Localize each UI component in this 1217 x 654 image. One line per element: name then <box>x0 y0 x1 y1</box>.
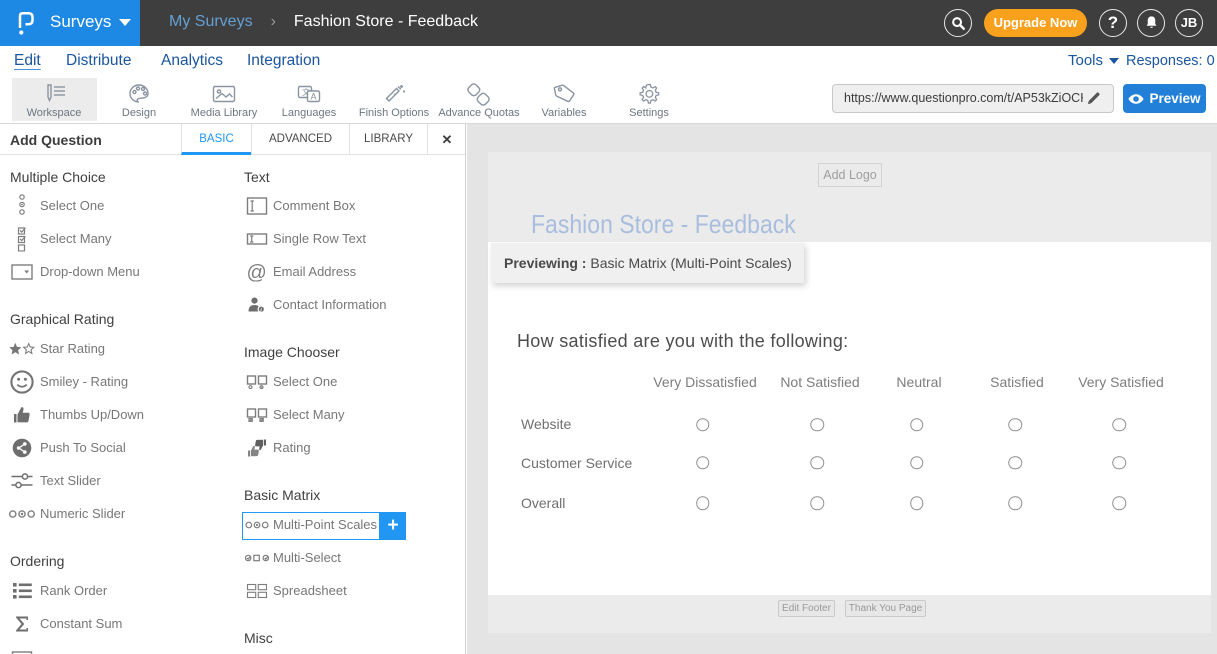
svg-text:@: @ <box>247 263 267 282</box>
svg-text:A: A <box>310 92 316 102</box>
